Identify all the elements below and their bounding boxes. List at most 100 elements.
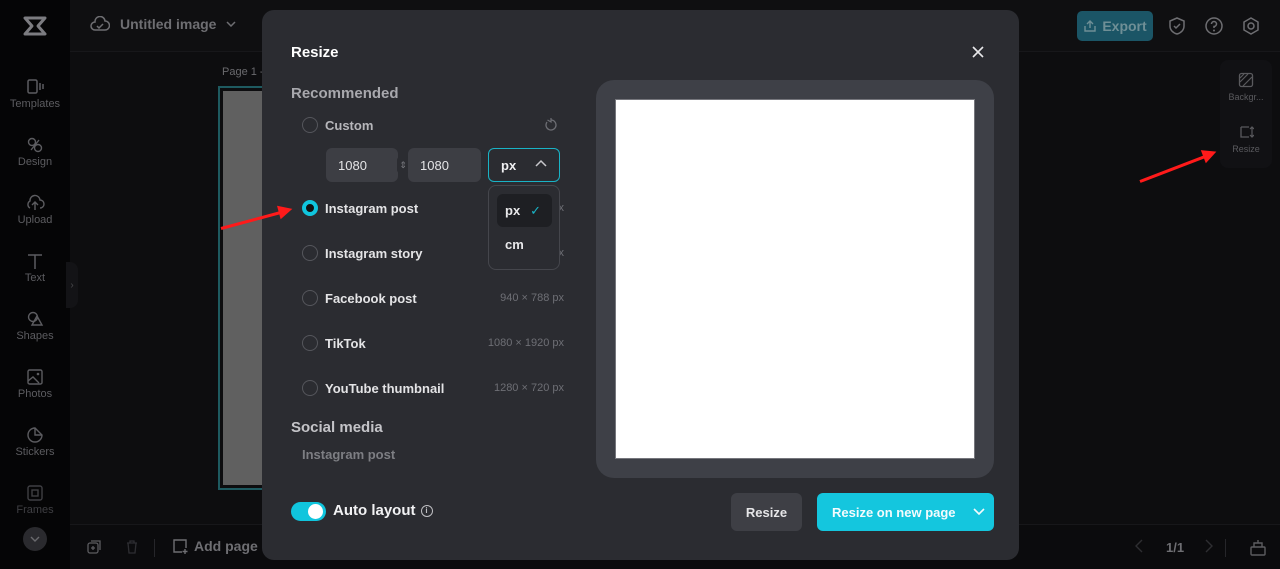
collapse-panel-handle[interactable]: › (66, 262, 78, 308)
page-label: Page 1 - (222, 66, 264, 78)
background-icon (1238, 72, 1254, 88)
capcut-logo-icon[interactable] (22, 14, 48, 38)
unit-dropdown-menu: px ✓ cm (488, 185, 560, 270)
auto-layout-label: Auto layout i (333, 502, 433, 519)
annotation-arrow-right (1139, 152, 1214, 183)
option-label: YouTube thumbnail (325, 380, 445, 396)
rail-item-photos[interactable]: Photos (0, 368, 70, 400)
social-media-heading: Social media (291, 419, 383, 436)
page-counter: 1/1 (1166, 540, 1185, 555)
chevron-down-icon (973, 508, 985, 516)
option-size: 1280 × 720 px (493, 382, 564, 394)
text-icon (28, 254, 42, 269)
option-label: TikTok (325, 335, 366, 351)
reset-button[interactable] (544, 118, 558, 132)
option-facebook-post[interactable]: Facebook post 940 × 788 px (302, 286, 564, 310)
unit-option-cm[interactable]: cm (497, 228, 552, 261)
rail-item-stickers[interactable]: Stickers (0, 426, 70, 458)
rail-item-text[interactable]: Text (0, 252, 70, 284)
rail-item-templates[interactable]: Templates (0, 78, 70, 110)
radio-button[interactable] (302, 117, 318, 133)
photos-icon (27, 369, 43, 385)
close-button[interactable] (967, 41, 989, 63)
rail-item-design[interactable]: Design (0, 136, 70, 168)
rail-more-button[interactable] (23, 527, 47, 551)
resize-on-new-page-button[interactable]: Resize on new page (817, 493, 994, 531)
app: Templates Design Upload Text Shapes Phot… (0, 0, 1280, 569)
shield-button[interactable] (1167, 16, 1187, 36)
social-media-item[interactable]: Instagram post (302, 447, 395, 462)
rail-item-upload[interactable]: Upload (0, 194, 70, 226)
left-rail: Templates Design Upload Text Shapes Phot… (0, 0, 70, 569)
info-icon[interactable]: i (420, 504, 433, 517)
help-button[interactable] (1204, 16, 1224, 36)
resize-tool[interactable]: Resize (1220, 124, 1272, 154)
resize-label: Resize (1232, 144, 1260, 154)
height-input[interactable]: 1080 (408, 148, 481, 182)
rail-item-frames[interactable]: Frames (0, 484, 70, 516)
background-tool[interactable]: Backgr... (1220, 72, 1272, 102)
pages-panel-icon (1250, 540, 1266, 556)
auto-layout-text: Auto layout (333, 502, 416, 519)
radio-button[interactable] (302, 290, 318, 306)
divider (154, 539, 155, 557)
radio-button-checked[interactable] (302, 200, 318, 216)
duplicate-icon (87, 540, 101, 554)
rail-label: Frames (16, 504, 54, 516)
document-title[interactable]: Untitled image (90, 16, 236, 32)
document-title-text: Untitled image (120, 16, 217, 32)
radio-button[interactable] (302, 380, 318, 396)
export-icon (1084, 20, 1097, 32)
chevron-left-icon (1135, 539, 1143, 553)
settings-button[interactable] (1241, 16, 1261, 36)
right-tool-panel: Backgr... Resize (1220, 60, 1272, 168)
link-icon: ⇕ (399, 159, 407, 170)
close-icon (972, 46, 984, 58)
shapes-icon (27, 311, 44, 326)
unit-option-px[interactable]: px ✓ (497, 194, 552, 227)
rail-label: Shapes (16, 330, 54, 342)
height-value: 1080 (420, 157, 449, 173)
stickers-icon (27, 427, 43, 443)
cloud-sync-icon (90, 16, 110, 31)
duplicate-page-button[interactable] (86, 539, 102, 560)
reset-icon (545, 118, 557, 131)
resize-dialog: Resize Recommended Custom 1080 ⇕ 1080 px… (262, 10, 1019, 560)
rail-label: Stickers (15, 446, 55, 458)
design-icon (27, 137, 43, 153)
resize-button[interactable]: Resize (731, 493, 802, 531)
option-custom[interactable]: Custom (302, 113, 564, 137)
radio-button[interactable] (302, 245, 318, 261)
option-size: 940 × 788 px (500, 292, 564, 304)
toggle-knob (308, 504, 323, 519)
chevron-right-icon: › (70, 279, 74, 291)
option-label: Instagram story (325, 245, 423, 261)
next-page-button[interactable] (1205, 539, 1213, 558)
add-page-icon (173, 539, 188, 554)
resize-icon (1240, 126, 1254, 138)
background-label: Backgr... (1228, 92, 1264, 102)
rail-item-shapes[interactable]: Shapes (0, 310, 70, 342)
resize-options-dropdown[interactable] (964, 493, 994, 531)
trash-icon (127, 540, 137, 554)
resize-preview (596, 80, 994, 478)
prev-page-button[interactable] (1135, 539, 1143, 558)
width-value: 1080 (338, 157, 367, 173)
auto-layout-toggle[interactable] (291, 502, 326, 521)
radio-button[interactable] (302, 335, 318, 351)
option-size: 1080 × 1920 px (487, 337, 564, 349)
chevron-down-icon (226, 21, 236, 27)
option-youtube-thumbnail[interactable]: YouTube thumbnail 1280 × 720 px (302, 376, 564, 400)
add-page-button[interactable]: Add page (172, 538, 258, 554)
pages-panel-button[interactable] (1249, 539, 1267, 562)
rail-label: Photos (17, 388, 53, 400)
delete-page-button[interactable] (124, 539, 140, 560)
unit-select[interactable]: px (488, 148, 560, 182)
export-button[interactable]: Export (1077, 11, 1153, 41)
add-page-label: Add page (194, 538, 258, 554)
unit-option-label: px (505, 203, 521, 218)
resize-on-new-page-label: Resize on new page (832, 504, 956, 520)
option-tiktok[interactable]: TikTok 1080 × 1920 px (302, 331, 564, 355)
settings-icon (1243, 17, 1259, 35)
width-input[interactable]: 1080 (326, 148, 398, 182)
